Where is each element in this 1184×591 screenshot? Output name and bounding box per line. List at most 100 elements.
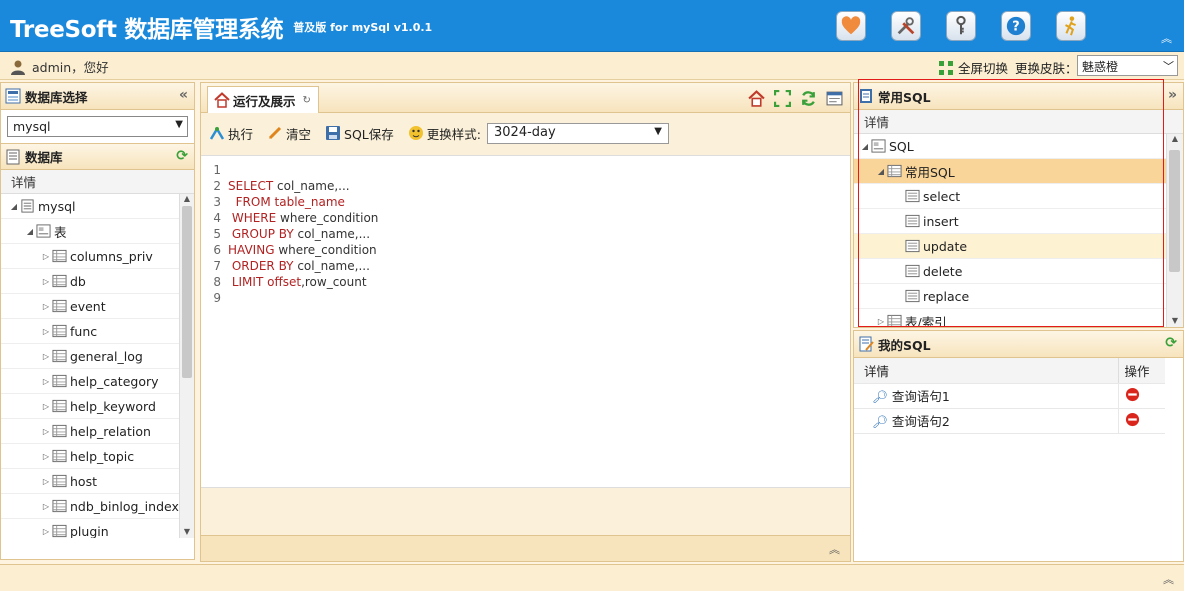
tree-node-tables[interactable]: ◢ 表 [1, 219, 179, 244]
center-panel: 运行及展示 ↻ 执行 清空 SQL保存 更换样式: 3024-day ▼ 1 2… [200, 82, 851, 562]
execute-icon [209, 126, 225, 140]
key-icon[interactable] [946, 11, 976, 41]
delete-icon[interactable] [1125, 387, 1140, 402]
execute-button[interactable]: 执行 [209, 124, 253, 143]
line-number: 2 [213, 179, 221, 193]
collapse-left-icon[interactable]: « [179, 87, 188, 103]
common-sql-column-header: 详情 [854, 110, 1183, 134]
fullscreen-toggle[interactable]: 全屏切换 [938, 58, 1008, 77]
expand-up-icon[interactable]: ︽ [829, 541, 840, 557]
scroll-thumb[interactable] [1169, 150, 1180, 272]
tree-label: SQL [889, 138, 914, 154]
table-icon [51, 449, 67, 463]
tab-run-display[interactable]: 运行及展示 ↻ [207, 86, 319, 113]
sql-text: col_name,... [297, 259, 370, 273]
database-dropdown[interactable]: mysql ▼ [7, 116, 188, 137]
delete-icon[interactable] [1125, 412, 1140, 427]
user-bar: admin，您好 全屏切换 更换皮肤： 魅惑橙 ﹀ [0, 52, 1184, 80]
tree-node-table[interactable]: ▷ db [1, 269, 179, 294]
tree-node-table[interactable]: ▷ func [1, 319, 179, 344]
clear-label: 清空 [286, 126, 312, 142]
table-row[interactable]: 🔎︎ 查询语句2 [854, 408, 1165, 434]
clear-button[interactable]: 清空 [267, 124, 311, 143]
refresh-icon[interactable]: ⟳ [1165, 335, 1177, 351]
tree-node-table[interactable]: ▷ help_keyword [1, 394, 179, 419]
scroll-up-icon[interactable]: ▲ [1167, 134, 1183, 143]
sql-item-update[interactable]: update [854, 234, 1166, 259]
db-select-title: 数据库选择 [25, 89, 88, 105]
tree-node-sql-root[interactable]: ◢ SQL [854, 134, 1166, 159]
refresh-icon[interactable] [796, 87, 820, 109]
sql-keyword: WHERE [231, 211, 277, 225]
tree-node-table[interactable]: ▷ ndb_binlog_index [1, 494, 179, 519]
style-label-group: 更换样式: [408, 124, 481, 143]
skin-select[interactable]: 魅惑橙 ﹀ [1077, 55, 1178, 76]
help-icon[interactable]: ? [1001, 11, 1031, 41]
save-icon [326, 126, 341, 140]
sql-item-insert[interactable]: insert [854, 209, 1166, 234]
save-sql-button[interactable]: SQL保存 [325, 124, 394, 143]
column-detail: 详情 [11, 175, 37, 190]
refresh-icon[interactable]: ⟳ [176, 148, 188, 164]
expand-up-icon[interactable]: ︽ [1163, 571, 1174, 587]
sql-snippet-icon [904, 239, 920, 253]
tab-reload-icon[interactable]: ↻ [303, 95, 311, 106]
scroll-thumb[interactable] [182, 206, 192, 378]
sql-editor[interactable]: 1 2 SELECT col_name,... 3 FROM table_name… [201, 155, 850, 488]
table-row[interactable]: 🔎︎ 查询语句1 [854, 383, 1165, 409]
tree-node-table[interactable]: ▷ host [1, 469, 179, 494]
collapse-right-icon[interactable]: » [1168, 87, 1177, 103]
scroll-down-icon[interactable]: ▼ [1167, 316, 1183, 325]
column-detail: 详情 [854, 358, 1119, 384]
tree-node-table[interactable]: ▷ help_relation [1, 419, 179, 444]
line-number: 3 [213, 195, 221, 209]
expanded-icon: ◢ [26, 226, 34, 236]
tree-label: help_topic [70, 448, 135, 464]
tree-node-table-index[interactable]: ▷ 表/索引 [854, 309, 1166, 327]
code-line: 6 HAVING where_condition [201, 242, 850, 258]
sql-folder-icon [870, 139, 886, 153]
sql-keyword: LIMIT [231, 275, 264, 289]
heart-icon[interactable] [836, 11, 866, 41]
table-icon [51, 374, 67, 388]
sql-keyword: GROUP BY [231, 227, 294, 241]
sql-item-select[interactable]: select [854, 184, 1166, 209]
common-sql-tree: ◢ SQL ◢ 常用SQL select insert update delete re… [854, 134, 1183, 327]
tab-menu-icon[interactable] [822, 87, 846, 109]
table-icon [51, 299, 67, 313]
tree-node-table[interactable]: ▷ plugin [1, 519, 179, 539]
query-cell[interactable]: 🔎︎ 查询语句1 [854, 383, 1119, 409]
tree-node-table[interactable]: ▷ general_log [1, 344, 179, 369]
maximize-icon[interactable] [770, 87, 794, 109]
sql-text: where_condition [278, 243, 377, 257]
collapsed-icon: ▷ [42, 301, 50, 311]
tools-icon[interactable] [891, 11, 921, 41]
tree-label: update [923, 238, 968, 254]
common-sql-scrollbar[interactable]: ▲ ▼ [1166, 134, 1183, 327]
sql-snippet-icon [904, 189, 920, 203]
edit-note-icon [859, 336, 874, 352]
home-icon[interactable] [744, 87, 768, 109]
header-collapse-icon[interactable]: ︽ [1161, 30, 1172, 46]
tree-node-table[interactable]: ▷ columns_priv [1, 244, 179, 269]
tree-scrollbar[interactable]: ▲ ▼ [179, 194, 194, 538]
tree-node-table[interactable]: ▷ help_topic [1, 444, 179, 469]
column-detail: 详情 [864, 115, 890, 130]
style-dropdown[interactable]: 3024-day ▼ [487, 122, 669, 144]
scroll-up-icon[interactable]: ▲ [180, 194, 194, 203]
line-number: 1 [213, 163, 221, 177]
tree-node-common-sql[interactable]: ◢ 常用SQL [854, 159, 1166, 184]
tree-label: host [70, 473, 97, 489]
scroll-down-icon[interactable]: ▼ [180, 527, 194, 536]
db-tree-header: 数据库 ⟳ [1, 143, 194, 170]
query-cell[interactable]: 🔎︎ 查询语句2 [854, 408, 1119, 434]
sql-item-replace[interactable]: replace [854, 284, 1166, 309]
tree-node-table[interactable]: ▷ event [1, 294, 179, 319]
tree-node-mysql[interactable]: ◢ mysql [1, 194, 179, 219]
collapsed-icon: ▷ [42, 251, 50, 261]
sql-text: col_name,... [277, 179, 350, 193]
exit-icon[interactable] [1056, 11, 1086, 41]
collapsed-icon: ▷ [42, 351, 50, 361]
sql-item-delete[interactable]: delete [854, 259, 1166, 284]
tree-node-table[interactable]: ▷ help_category [1, 369, 179, 394]
